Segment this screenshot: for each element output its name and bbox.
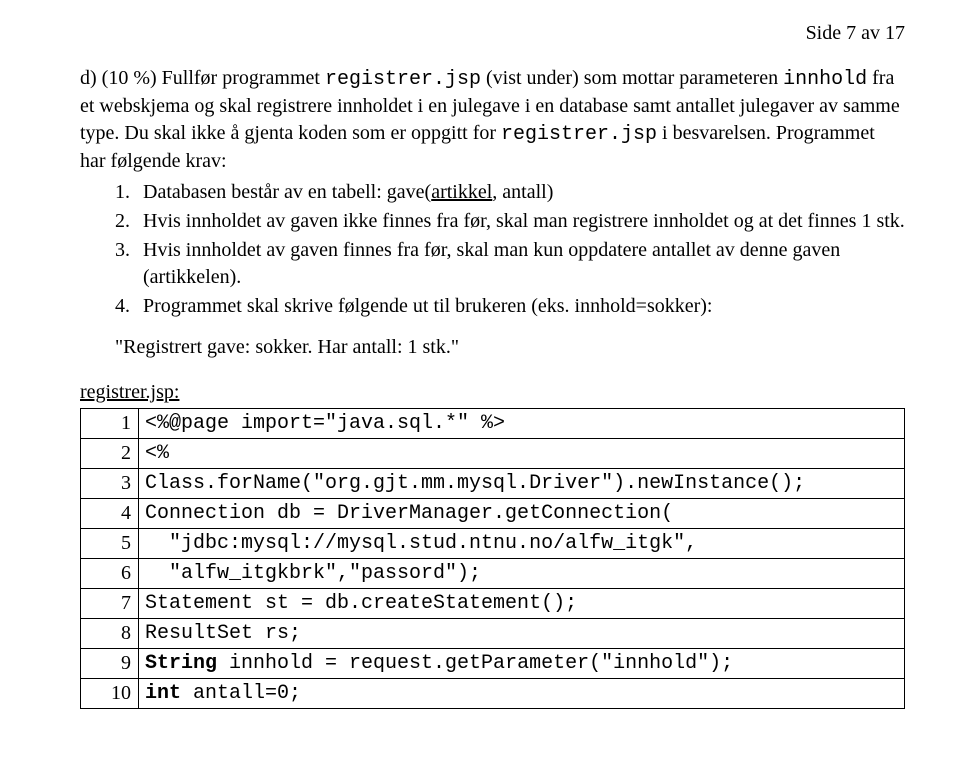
code-line-number: 4: [81, 499, 139, 529]
list-text: Databasen består av en tabell: gave(arti…: [143, 179, 905, 206]
intro-seg-2: (vist under) som mottar parameteren: [481, 67, 783, 89]
code-line-number: 9: [81, 649, 139, 679]
list-number: 2.: [115, 208, 143, 235]
code-line-number: 6: [81, 559, 139, 589]
table-row: 7Statement st = db.createStatement();: [81, 589, 905, 619]
page-number: Side 7 av 17: [80, 20, 905, 47]
table-row: 9String innhold = request.getParameter("…: [81, 649, 905, 679]
code-line-number: 2: [81, 439, 139, 469]
list-text-underline: artikkel: [431, 181, 492, 203]
list-item: 2. Hvis innholdet av gaven ikke finnes f…: [115, 208, 905, 235]
list-item: 4. Programmet skal skrive følgende ut ti…: [115, 293, 905, 320]
code-line: Statement st = db.createStatement();: [139, 589, 905, 619]
code-block-title: registrer.jsp:: [80, 379, 905, 406]
intro-code-2: innhold: [783, 68, 867, 91]
table-row: 8ResultSet rs;: [81, 619, 905, 649]
code-line-number: 10: [81, 679, 139, 709]
list-text-pre: Databasen består av en tabell: gave(: [143, 181, 431, 203]
table-row: 10int antall=0;: [81, 679, 905, 709]
table-row: 3Class.forName("org.gjt.mm.mysql.Driver"…: [81, 469, 905, 499]
list-number: 3.: [115, 237, 143, 291]
code-table: 1<%@page import="java.sql.*" %>2<%3Class…: [80, 408, 905, 709]
example-output-quote: "Registrert gave: sokker. Har antall: 1 …: [115, 334, 905, 361]
code-line: String innhold = request.getParameter("i…: [139, 649, 905, 679]
intro-code-1: registrer.jsp: [325, 68, 481, 91]
problem-intro: d) (10 %) Fullfør programmet registrer.j…: [80, 65, 905, 175]
code-line: <%: [139, 439, 905, 469]
list-item: 3. Hvis innholdet av gaven finnes fra fø…: [115, 237, 905, 291]
code-line: ResultSet rs;: [139, 619, 905, 649]
code-line-number: 8: [81, 619, 139, 649]
intro-seg-1: d) (10 %) Fullfør programmet: [80, 67, 325, 89]
code-line-number: 7: [81, 589, 139, 619]
code-line: "alfw_itgkbrk","passord");: [139, 559, 905, 589]
code-line-number: 5: [81, 529, 139, 559]
code-line: "jdbc:mysql://mysql.stud.ntnu.no/alfw_it…: [139, 529, 905, 559]
table-row: 1<%@page import="java.sql.*" %>: [81, 409, 905, 439]
table-row: 6 "alfw_itgkbrk","passord");: [81, 559, 905, 589]
list-text: Hvis innholdet av gaven finnes fra før, …: [143, 237, 905, 291]
list-number: 1.: [115, 179, 143, 206]
list-text: Programmet skal skrive følgende ut til b…: [143, 293, 905, 320]
list-item: 1. Databasen består av en tabell: gave(a…: [115, 179, 905, 206]
intro-code-3: registrer.jsp: [501, 123, 657, 146]
table-row: 2<%: [81, 439, 905, 469]
table-row: 5 "jdbc:mysql://mysql.stud.ntnu.no/alfw_…: [81, 529, 905, 559]
list-text-post: , antall): [492, 181, 553, 203]
requirements-list: 1. Databasen består av en tabell: gave(a…: [80, 179, 905, 320]
code-line: int antall=0;: [139, 679, 905, 709]
list-text: Hvis innholdet av gaven ikke finnes fra …: [143, 208, 905, 235]
code-line-number: 1: [81, 409, 139, 439]
code-line: <%@page import="java.sql.*" %>: [139, 409, 905, 439]
code-line-number: 3: [81, 469, 139, 499]
list-number: 4.: [115, 293, 143, 320]
code-line: Class.forName("org.gjt.mm.mysql.Driver")…: [139, 469, 905, 499]
table-row: 4Connection db = DriverManager.getConnec…: [81, 499, 905, 529]
code-line: Connection db = DriverManager.getConnect…: [139, 499, 905, 529]
